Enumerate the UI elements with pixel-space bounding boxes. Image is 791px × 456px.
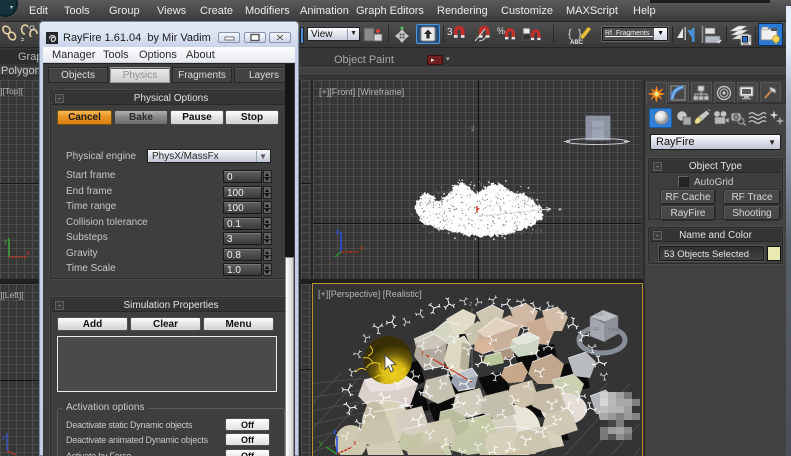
svg-text:{: { <box>568 28 572 40</box>
svg-text:front: front <box>608 327 619 333</box>
svg-text:%: % <box>497 26 505 36</box>
svg-text:3: 3 <box>447 27 453 38</box>
svg-text:v01: v01 <box>595 311 604 318</box>
svg-text:x: x <box>360 245 364 252</box>
svg-text:x: x <box>353 440 357 447</box>
svg-text:y: y <box>319 440 323 447</box>
svg-text:z: z <box>2 435 6 442</box>
svg-text:ABC: ABC <box>570 40 584 45</box>
svg-text:RF: RF <box>593 327 600 333</box>
svg-text:y: y <box>421 350 424 356</box>
svg-text:x: x <box>26 250 30 257</box>
svg-text:z: z <box>336 229 340 236</box>
svg-text:y: y <box>4 238 8 245</box>
svg-text:z: z <box>333 429 337 436</box>
svg-text:z: z <box>469 301 473 308</box>
svg-text:front: front <box>591 126 602 132</box>
